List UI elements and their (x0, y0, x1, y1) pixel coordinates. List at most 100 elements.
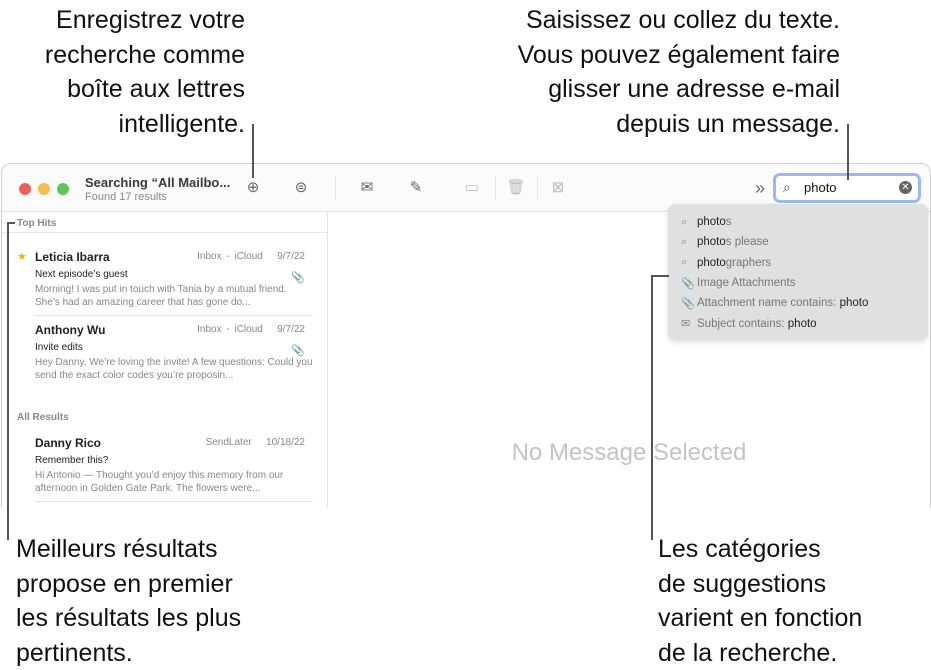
callout-leader (7, 222, 9, 540)
completion: s please (725, 236, 769, 249)
callout-leader (847, 124, 849, 180)
label: Attachment name contains: (697, 297, 840, 310)
minimize-button[interactable] (38, 183, 50, 195)
junk-icon: ⊠ (551, 179, 565, 196)
archive-icon: ▭ (464, 179, 480, 196)
preview: Morning! I was put in touch with Tania b… (35, 284, 287, 308)
callout-line: propose en premier (16, 569, 233, 598)
callout-line: pertinents. (16, 638, 133, 667)
search-icon: ⌕ (681, 215, 688, 228)
results-count: Found 17 results (85, 191, 167, 203)
subject: Next episode’s guest (35, 269, 128, 280)
paperclip-icon: 📎 (681, 277, 695, 290)
callout-suggestions: Les catégories de suggestions varient en f… (658, 532, 862, 670)
paperclip-icon: 📎 (291, 272, 305, 284)
message-row[interactable]: Danny Rico SendLater 10/18/22 Remember t… (35, 436, 313, 495)
section-all-results: All Results (17, 412, 69, 423)
divider (35, 315, 313, 316)
get-mail-button[interactable]: ✉ (356, 178, 378, 198)
clear-search-icon[interactable]: ✕ (899, 181, 912, 194)
search-icon: ⌕ (783, 179, 791, 195)
message-list: Top Hits ★ Leticia Ibarra Inbox - iCloud… (2, 212, 328, 508)
subject: Remember this? (35, 455, 109, 466)
star-icon: ★ (17, 251, 27, 263)
value: photo (787, 317, 817, 330)
callout-line: de suggestions (658, 569, 827, 598)
preview: Hi Antonio — Thought you’d enjoy this me… (35, 470, 284, 494)
subject: Invite edits (35, 342, 83, 353)
callout-leader (7, 222, 15, 224)
divider (537, 176, 538, 200)
match: photo (697, 216, 726, 229)
section-top-hits: Top Hits (2, 212, 327, 233)
callout-line: intelligente. (118, 109, 245, 138)
value: photo (839, 297, 869, 310)
suggestion-item[interactable]: 📎 Attachment name contains: photo (668, 293, 928, 313)
callout-line: Meilleurs résultats (16, 535, 218, 563)
date: 9/7/22 (277, 251, 305, 262)
match: photo (697, 236, 726, 249)
callout-search-field: Saisissez ou collez du texte. Vous pouvez… (518, 3, 840, 141)
paperclip-icon: 📎 (681, 297, 695, 310)
callout-line: les résultats les plus (16, 604, 242, 632)
mailbox: SendLater (205, 437, 252, 448)
trash-icon: 🗑 (506, 179, 526, 196)
callout-line: Les catégories (658, 535, 821, 563)
suggestion-item[interactable]: ⌕ photo s (668, 212, 928, 232)
callout-line: recherche comme (44, 40, 245, 69)
date: 9/7/22 (277, 324, 305, 335)
callout-line: depuis un message. (616, 109, 840, 138)
label: Image Attachments (697, 277, 796, 290)
suggestion-item[interactable]: ✉ Subject contains: photo (668, 313, 928, 333)
callout-save-smart-mailbox: Enregistrez votre recherche comme boîte au… (45, 3, 245, 141)
search-icon: ⌕ (681, 235, 688, 248)
completion: graphers (725, 256, 772, 269)
divider (35, 501, 313, 502)
preview: Hey Danny, We’re loving the invite! A fe… (35, 357, 313, 381)
mailbox-date: Inbox - iCloud 9/7/22 (197, 251, 305, 262)
divider (335, 176, 336, 200)
search-suggestions-dropdown: ⌕ photo s ⌕ photo s please ⌕ photo graphers 📎 I… (668, 204, 928, 340)
paperclip-icon: 📎 (291, 345, 305, 357)
suggestion-item[interactable]: ⌕ photo s please (668, 232, 928, 252)
callout-line: de la recherche. (658, 638, 838, 667)
callout-leader (651, 275, 669, 277)
mailbox: Inbox - iCloud (197, 324, 263, 335)
callout-leader (651, 275, 653, 540)
date: 10/18/22 (266, 437, 305, 448)
plus-circle-icon: ⊕ (246, 179, 260, 196)
more-toolbar-button[interactable]: » (749, 178, 771, 198)
message-row[interactable]: Anthony Wu Inbox - iCloud 9/7/22 📎 Invit… (35, 323, 313, 382)
junk-button[interactable]: ⊠ (547, 178, 569, 198)
callout-line: glisser une adresse e-mail (548, 75, 840, 103)
callout-line: boîte aux lettres (67, 75, 245, 103)
compose-button[interactable]: ✎ (405, 178, 427, 198)
label: Subject contains: (697, 317, 788, 330)
match: photo (697, 256, 726, 269)
search-input[interactable]: photo (804, 180, 837, 195)
archive-button[interactable]: ▭ (461, 178, 483, 198)
callout-line: Enregistrez votre (56, 6, 245, 34)
callout-line: Saisissez ou collez du texte. (525, 6, 840, 34)
compose-icon: ✎ (409, 179, 423, 196)
envelope-icon: ✉ (681, 318, 691, 331)
message-row[interactable]: ★ Leticia Ibarra Inbox - iCloud 9/7/22 📎… (17, 250, 313, 309)
filter-button[interactable]: ⊜ (290, 178, 312, 198)
callout-line: varient en fonction (658, 604, 863, 632)
mailbox-date: SendLater 10/18/22 (206, 437, 305, 448)
callout-line: Vous pouvez également faire (517, 40, 840, 69)
delete-button[interactable]: 🗑 (505, 178, 527, 198)
zoom-button[interactable] (57, 183, 69, 195)
close-button[interactable] (19, 183, 31, 195)
divider (495, 176, 496, 200)
callout-leader (252, 124, 254, 178)
mailbox-date: Inbox - iCloud 9/7/22 (197, 324, 305, 335)
suggestion-item[interactable]: ⌕ photo graphers (668, 253, 928, 273)
window-title: Searching “All Mailbo... (85, 175, 231, 190)
add-smart-mailbox-button[interactable]: ⊕ (242, 178, 264, 198)
callout-top-hits: Meilleurs résultats propose en premier les… (16, 532, 241, 670)
empty-state: No Message Selected (511, 439, 747, 466)
suggestion-item[interactable]: 📎 Image Attachments (668, 273, 928, 293)
search-icon: ⌕ (681, 256, 688, 269)
filter-icon: ⊜ (294, 179, 308, 196)
